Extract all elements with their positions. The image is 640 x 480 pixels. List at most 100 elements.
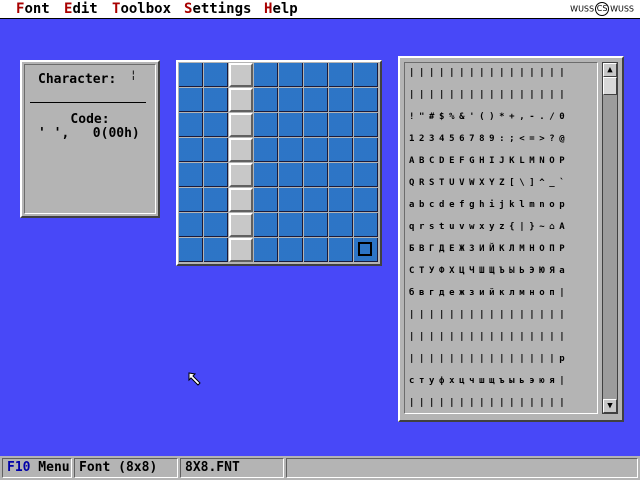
charset-row[interactable]: бвгдежзийклмноп| bbox=[409, 285, 569, 301]
pixel-cell[interactable] bbox=[179, 88, 203, 112]
charset-row[interactable]: СТУФХЦЧШЩЪЫЬЭЮЯа bbox=[409, 263, 569, 279]
pixel-cell[interactable] bbox=[279, 238, 303, 262]
charset-row[interactable]: |||||||||||||||| bbox=[409, 65, 569, 81]
pixel-cell[interactable] bbox=[254, 88, 278, 112]
pixel-cell[interactable] bbox=[304, 213, 328, 237]
scroll-thumb[interactable] bbox=[603, 77, 617, 95]
pixel-cell[interactable] bbox=[304, 238, 328, 262]
pixel-cell[interactable] bbox=[304, 113, 328, 137]
menu-bar: Font Edit Toolbox Settings Help WUSS CS WU… bbox=[0, 0, 640, 19]
menu-hint[interactable]: F10 Menu bbox=[2, 458, 72, 478]
menu-toolbox[interactable]: Toolbox bbox=[112, 1, 171, 17]
pixel-cell[interactable] bbox=[279, 188, 303, 212]
charset-row[interactable]: |||||||||||||||| bbox=[409, 307, 569, 323]
pixel-cell[interactable] bbox=[329, 238, 353, 262]
charset-row[interactable]: |||||||||||||||| bbox=[409, 395, 569, 411]
menu-font[interactable]: Font bbox=[16, 1, 50, 17]
pixel-cell[interactable] bbox=[204, 88, 228, 112]
font-info: Font (8x8) bbox=[74, 458, 178, 478]
pixel-cell[interactable] bbox=[354, 163, 378, 187]
charset-row[interactable]: |||||||||||||||| bbox=[409, 87, 569, 103]
pixel-cell[interactable] bbox=[204, 188, 228, 212]
charset-row[interactable]: |||||||||||||||| bbox=[409, 329, 569, 345]
pixel-cell[interactable] bbox=[304, 63, 328, 87]
pixel-cell[interactable] bbox=[354, 213, 378, 237]
pixel-cell[interactable] bbox=[329, 138, 353, 162]
charset-row[interactable]: |||||||||||||||р bbox=[409, 351, 569, 367]
pixel-cell[interactable] bbox=[179, 163, 203, 187]
charset-row[interactable]: стуфхцчшщъыьэюя| bbox=[409, 373, 569, 389]
pixel-cell[interactable] bbox=[279, 113, 303, 137]
pixel-cell[interactable] bbox=[254, 138, 278, 162]
menu-edit[interactable]: Edit bbox=[64, 1, 98, 17]
charset-row[interactable]: qrstuvwxyz{|}~⌂A bbox=[409, 219, 569, 235]
pixel-cell[interactable] bbox=[354, 138, 378, 162]
pixel-cell[interactable] bbox=[304, 163, 328, 187]
pixel-cell[interactable] bbox=[304, 188, 328, 212]
pixel-cell[interactable] bbox=[229, 88, 253, 112]
pixel-cell[interactable] bbox=[329, 113, 353, 137]
pixel-cell[interactable] bbox=[329, 63, 353, 87]
pixel-cell[interactable] bbox=[304, 88, 328, 112]
charset-row[interactable]: БВГДЕЖЗИЙКЛМНОПР bbox=[409, 241, 569, 257]
pixel-cell[interactable] bbox=[254, 163, 278, 187]
charset-row[interactable]: 123456789:;<=>?@ bbox=[409, 131, 569, 147]
menu-settings[interactable]: Settings bbox=[184, 1, 251, 17]
pixel-cell[interactable] bbox=[229, 238, 253, 262]
pixel-cell[interactable] bbox=[204, 213, 228, 237]
pixel-cell[interactable] bbox=[229, 188, 253, 212]
pixel-cell[interactable] bbox=[204, 113, 228, 137]
pixel-cell[interactable] bbox=[229, 63, 253, 87]
pixel-cell[interactable] bbox=[179, 138, 203, 162]
charset-row[interactable]: abcdefghijklmnop bbox=[409, 197, 569, 213]
divider bbox=[30, 102, 146, 103]
pixel-cell[interactable] bbox=[229, 163, 253, 187]
menu-help[interactable]: Help bbox=[264, 1, 298, 17]
scroll-down-button[interactable]: ▼ bbox=[603, 399, 617, 413]
pixel-cell[interactable] bbox=[254, 63, 278, 87]
glyph-editor bbox=[176, 60, 382, 266]
pixel-cell[interactable] bbox=[279, 88, 303, 112]
pixel-cell[interactable] bbox=[204, 63, 228, 87]
pixel-cell[interactable] bbox=[279, 63, 303, 87]
pixel-cell[interactable] bbox=[204, 138, 228, 162]
charset-row[interactable]: ABCDEFGHIJKLMNOP bbox=[409, 153, 569, 169]
scroll-up-button[interactable]: ▲ bbox=[603, 63, 617, 77]
charset-scrollbar[interactable]: ▲ ▼ bbox=[602, 62, 618, 414]
pixel-cell[interactable] bbox=[304, 138, 328, 162]
pixel-cell[interactable] bbox=[329, 163, 353, 187]
pixel-cell[interactable] bbox=[354, 113, 378, 137]
pixel-cell[interactable] bbox=[329, 213, 353, 237]
pixel-cell[interactable] bbox=[354, 188, 378, 212]
charset-row[interactable]: QRSTUVWXYZ[\]^_` bbox=[409, 175, 569, 191]
pixel-cell[interactable] bbox=[279, 163, 303, 187]
charset-row[interactable]: !"#$%&'()*+,-./0 bbox=[409, 109, 569, 125]
status-bar: F10 Menu Font (8x8) 8X8.FNT bbox=[0, 456, 640, 480]
mouse-cursor-icon bbox=[188, 372, 201, 386]
pixel-cell[interactable] bbox=[229, 213, 253, 237]
pixel-cell[interactable] bbox=[179, 188, 203, 212]
pixel-cell[interactable] bbox=[329, 88, 353, 112]
code-value: ' ', 0(00h) bbox=[38, 126, 140, 141]
pixel-cell[interactable] bbox=[229, 113, 253, 137]
pixel-cell[interactable] bbox=[254, 213, 278, 237]
pixel-cell[interactable] bbox=[179, 238, 203, 262]
pixel-cell[interactable] bbox=[254, 113, 278, 137]
pixel-cell[interactable] bbox=[204, 163, 228, 187]
pixel-cell[interactable] bbox=[204, 238, 228, 262]
pixel-cell[interactable] bbox=[279, 213, 303, 237]
pixel-cell[interactable] bbox=[279, 138, 303, 162]
character-label: Character: bbox=[38, 72, 117, 87]
pixel-cell[interactable] bbox=[354, 63, 378, 87]
pixel-cell[interactable] bbox=[329, 188, 353, 212]
pixel-cell[interactable] bbox=[179, 113, 203, 137]
pixel-cell[interactable] bbox=[254, 238, 278, 262]
pixel-cell[interactable] bbox=[354, 238, 378, 262]
brand-logo: WUSS CS WUSS bbox=[570, 2, 634, 16]
pixel-cell[interactable] bbox=[254, 188, 278, 212]
pixel-cell[interactable] bbox=[229, 138, 253, 162]
pixel-cell[interactable] bbox=[354, 88, 378, 112]
charset-list: |||||||||||||||| |||||||||||||||| !"#$%&… bbox=[404, 62, 598, 414]
pixel-cell[interactable] bbox=[179, 63, 203, 87]
pixel-cell[interactable] bbox=[179, 213, 203, 237]
